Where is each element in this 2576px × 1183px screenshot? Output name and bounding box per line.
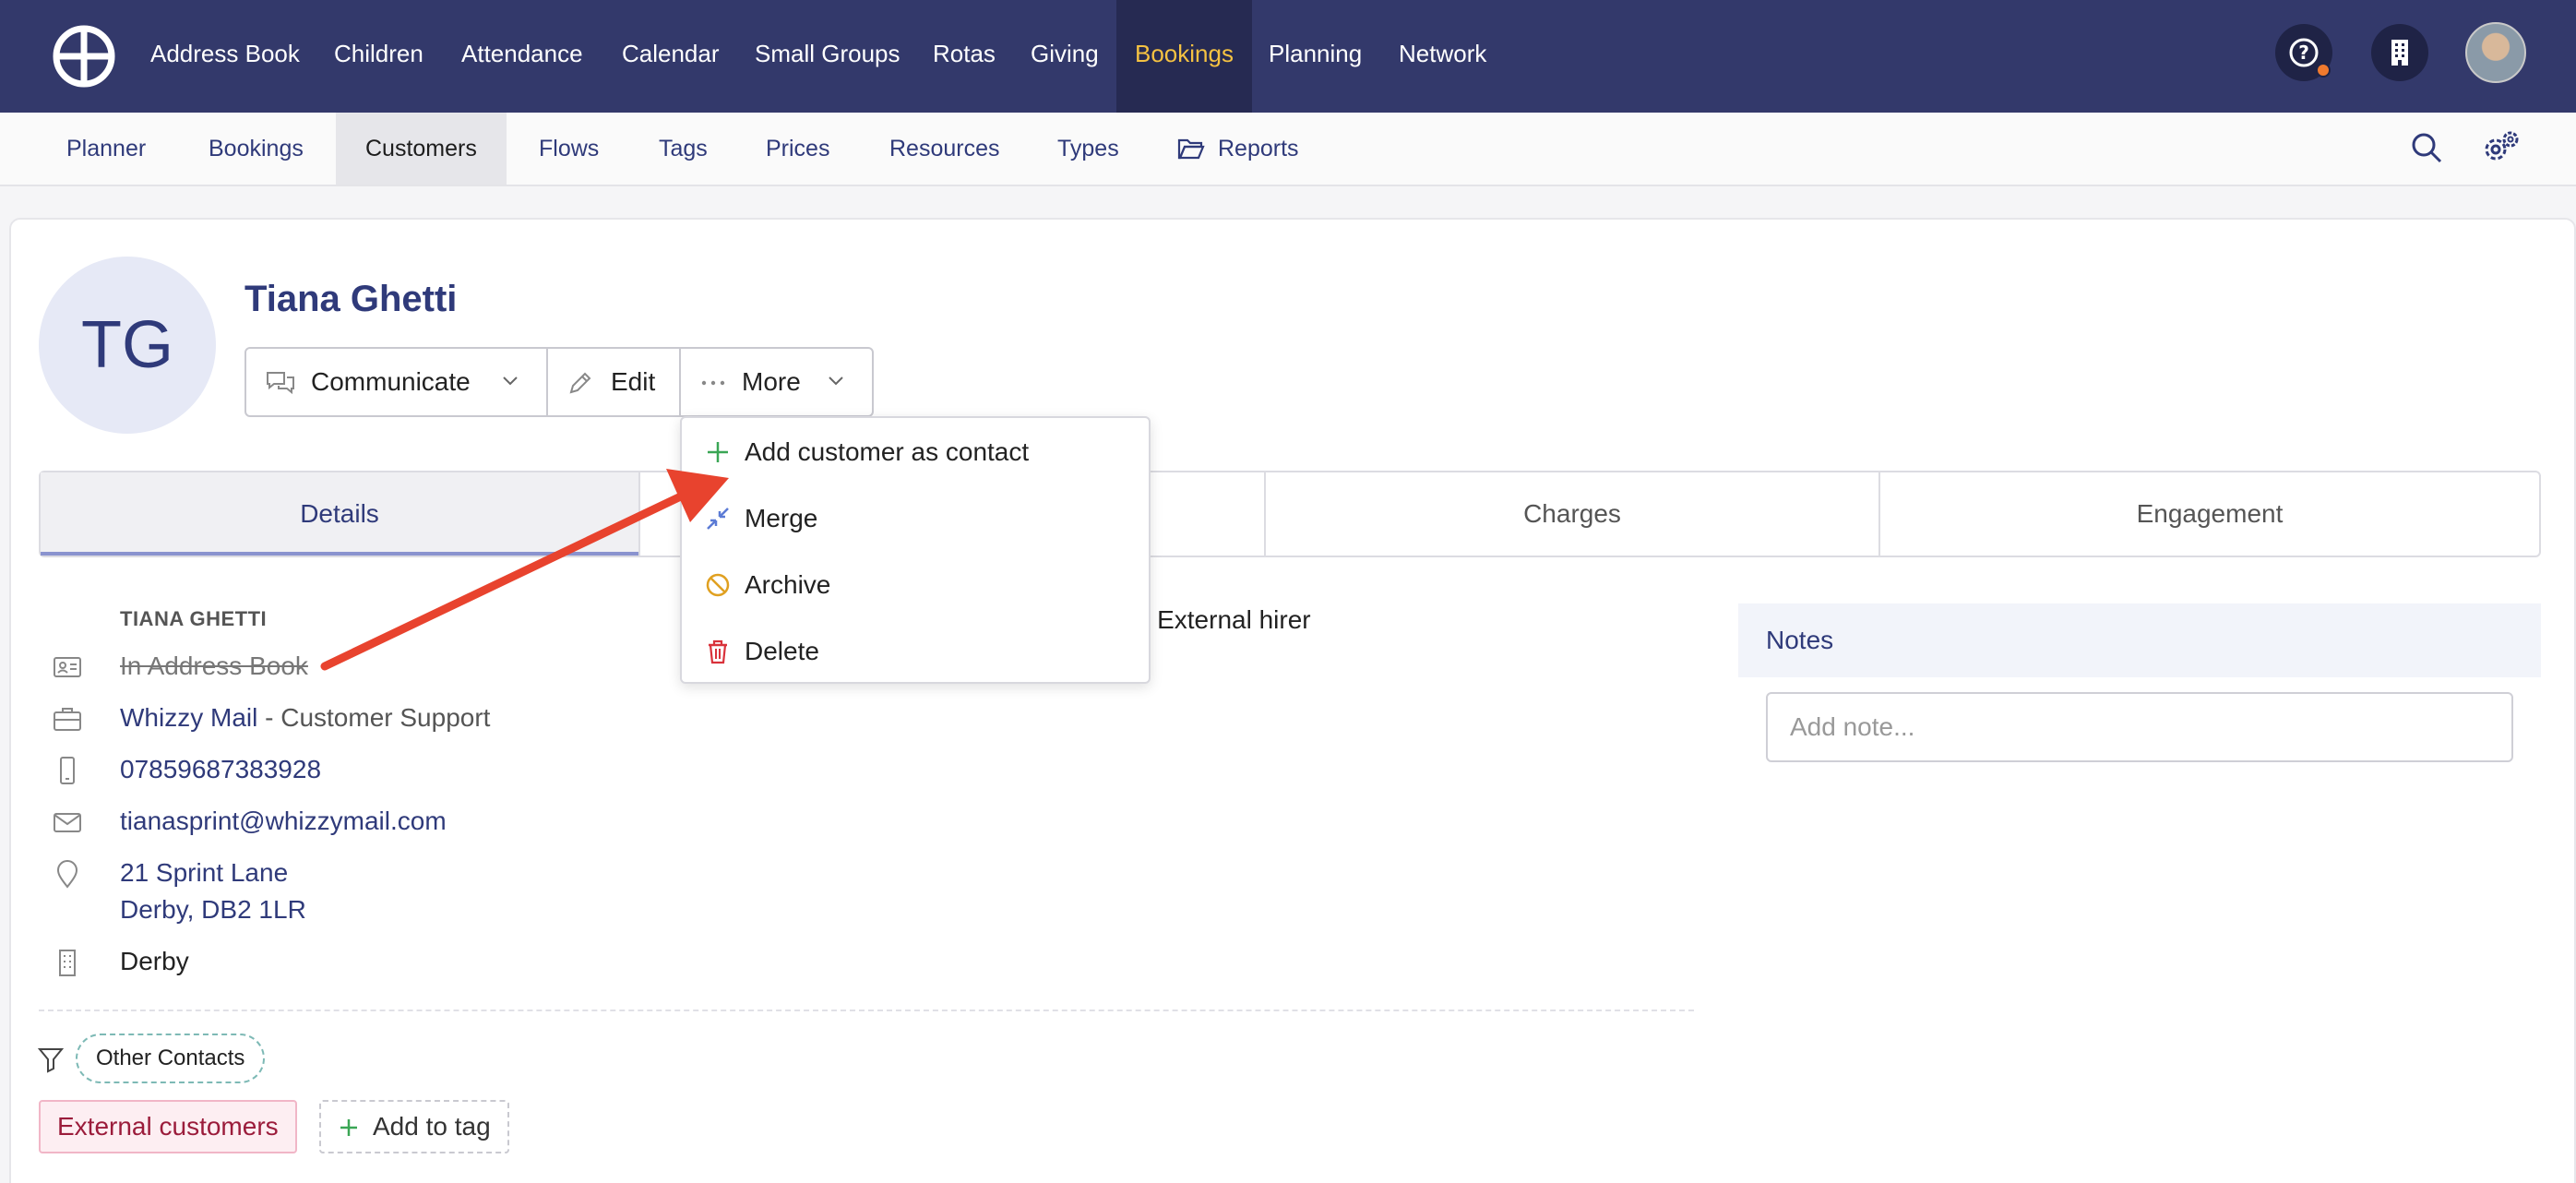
building-icon[interactable] <box>2371 24 2428 81</box>
briefcase-icon <box>54 708 81 731</box>
logo-icon[interactable] <box>52 24 116 89</box>
folder-icon <box>1177 138 1205 160</box>
customer-name: Tiana Ghetti <box>244 279 458 319</box>
filter-icon[interactable] <box>37 1046 65 1073</box>
trash-icon <box>709 639 727 664</box>
note-input[interactable] <box>1766 692 2513 762</box>
chat-icon <box>267 372 294 395</box>
location-pin-icon <box>56 860 78 889</box>
menu-item-label: Delete <box>745 637 819 665</box>
address-line1[interactable]: 21 Sprint Lane <box>120 858 288 888</box>
email-icon <box>54 813 81 832</box>
menu-item-label: Add customer as contact <box>745 437 1030 466</box>
subnav-customers[interactable]: Customers <box>336 113 507 185</box>
site-building-icon <box>59 950 76 976</box>
company-role: - Customer Support <box>257 703 491 732</box>
filter-chip-other-contacts[interactable]: Other Contacts <box>76 1034 266 1083</box>
archive-icon <box>706 573 730 597</box>
tab-engagement[interactable]: Engagement <box>1880 472 2539 556</box>
merge-icon <box>707 508 729 530</box>
menu-item-delete[interactable]: Delete <box>682 619 1149 684</box>
user-avatar[interactable] <box>2465 22 2526 83</box>
add-to-tag-button[interactable]: Add to tag <box>319 1100 509 1153</box>
address-book-status: In Address Book <box>120 651 308 680</box>
menu-item-add-contact[interactable]: Add customer as contact <box>682 420 1149 484</box>
add-to-tag-label: Add to tag <box>373 1112 491 1141</box>
plus-icon <box>708 442 728 462</box>
topnav-small-groups[interactable]: Small Groups <box>755 0 900 113</box>
tag-external-customers[interactable]: External customers <box>39 1100 297 1153</box>
pencil-icon <box>569 372 591 394</box>
menu-item-archive[interactable]: Archive <box>682 553 1149 617</box>
subnav-flows[interactable]: Flows <box>539 113 599 185</box>
company-link[interactable]: Whizzy Mail <box>120 703 257 732</box>
section-divider <box>39 1010 1694 1011</box>
phone-icon <box>60 757 75 784</box>
subnav-types[interactable]: Types <box>1057 113 1119 185</box>
sub-navigation: Planner Bookings Customers Flows Tags Pr… <box>0 113 2576 186</box>
ellipsis-icon <box>701 380 725 386</box>
svg-text:?: ? <box>2298 42 2309 64</box>
help-icon[interactable]: ? <box>2275 24 2332 81</box>
customer-type: - External hirer <box>1141 605 1311 634</box>
edit-label: Edit <box>611 367 656 396</box>
edit-button[interactable]: Edit <box>548 349 679 415</box>
topnav-attendance[interactable]: Attendance <box>461 0 583 113</box>
topnav-planning[interactable]: Planning <box>1269 0 1362 113</box>
more-label: More <box>742 367 801 396</box>
communicate-label: Communicate <box>311 367 471 396</box>
menu-item-merge[interactable]: Merge <box>682 486 1149 551</box>
address-line2[interactable]: Derby, DB2 1LR <box>120 895 306 925</box>
phone-link[interactable]: 07859687383928 <box>120 755 321 784</box>
subnav-tags[interactable]: Tags <box>659 113 708 185</box>
email-link[interactable]: tianasprint@whizzymail.com <box>120 807 447 836</box>
topnav-address-book[interactable]: Address Book <box>150 0 300 113</box>
communicate-button[interactable]: Communicate <box>246 349 546 415</box>
chevron-down-icon <box>829 376 843 386</box>
customer-avatar: TG <box>39 257 216 434</box>
more-dropdown-menu: Add customer as contact Merge Archive De… <box>680 416 1151 684</box>
tab-details[interactable]: Details <box>41 472 638 556</box>
subnav-reports[interactable]: Reports <box>1218 113 1299 185</box>
id-card-icon <box>54 657 81 677</box>
tab-charges[interactable]: Charges <box>1266 472 1878 556</box>
menu-item-label: Merge <box>745 504 818 532</box>
search-icon[interactable] <box>2410 131 2443 164</box>
menu-item-label: Archive <box>745 570 831 599</box>
contact-section-label: TIANA GHETTI <box>120 607 268 630</box>
topnav-calendar[interactable]: Calendar <box>622 0 720 113</box>
customer-tabs: Details Charges Engagement <box>39 471 2541 557</box>
top-navigation: Address Book Children Attendance Calenda… <box>0 0 2576 113</box>
company-row: Whizzy Mail - Customer Support <box>120 703 490 733</box>
chevron-down-icon <box>503 376 518 386</box>
notes-title: Notes <box>1738 603 2541 677</box>
topnav-rotas[interactable]: Rotas <box>933 0 996 113</box>
topnav-network[interactable]: Network <box>1399 0 1486 113</box>
topnav-bookings[interactable]: Bookings <box>1116 0 1252 113</box>
settings-icon[interactable] <box>2482 129 2521 166</box>
topnav-children[interactable]: Children <box>334 0 423 113</box>
subnav-prices[interactable]: Prices <box>766 113 829 185</box>
action-button-group: Communicate Edit More <box>244 347 874 417</box>
notification-dot <box>2316 63 2331 78</box>
site-name: Derby <box>120 947 189 975</box>
more-button[interactable]: More <box>681 349 872 415</box>
plus-icon <box>340 1119 357 1136</box>
subnav-bookings[interactable]: Bookings <box>209 113 304 185</box>
topnav-giving[interactable]: Giving <box>1031 0 1099 113</box>
subnav-planner[interactable]: Planner <box>66 113 146 185</box>
subnav-resources[interactable]: Resources <box>889 113 1000 185</box>
